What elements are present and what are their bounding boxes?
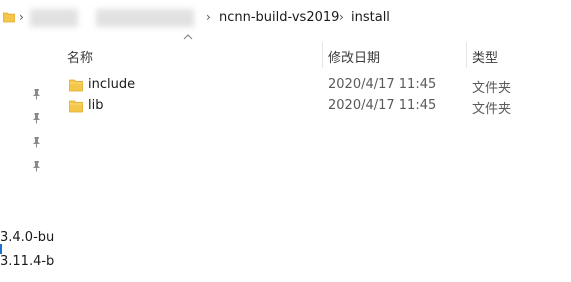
column-header-type[interactable]: 类型 <box>472 47 498 66</box>
breadcrumb-separator[interactable]: › <box>339 10 344 24</box>
column-header-name[interactable]: 名称 <box>67 47 93 66</box>
file-type: 文件夹 <box>472 81 512 96</box>
breadcrumb-item-ncnn-build[interactable]: ncnn-build-vs2019 <box>219 10 339 25</box>
nav-item[interactable]: 3.4.0-bu <box>0 230 54 245</box>
breadcrumb-item-install[interactable]: install <box>351 10 390 25</box>
list-item[interactable]: include 2020/4/17 11:45 文件夹 <box>64 75 564 96</box>
redacted-path <box>96 9 194 27</box>
nav-item[interactable]: 3.11.4-b <box>0 254 54 269</box>
breadcrumb-separator[interactable]: › <box>206 10 211 24</box>
column-divider[interactable] <box>466 42 467 68</box>
redacted-path <box>30 9 78 27</box>
column-divider[interactable] <box>322 42 323 68</box>
file-modified-date: 2020/4/17 11:45 <box>328 77 437 92</box>
pin-icon[interactable] <box>31 112 43 124</box>
list-item[interactable]: lib 2020/4/17 11:45 文件夹 <box>64 96 564 117</box>
pin-icon[interactable] <box>31 136 43 148</box>
column-header-modified[interactable]: 修改日期 <box>328 47 380 66</box>
folder-icon <box>69 79 83 92</box>
file-name: include <box>88 77 136 92</box>
chevron-up-icon[interactable] <box>183 33 193 41</box>
folder-icon <box>3 12 15 23</box>
file-modified-date: 2020/4/17 11:45 <box>328 98 437 113</box>
navigation-pane: 3.4.0-bu 3.11.4-b <box>0 36 54 282</box>
file-type: 文件夹 <box>472 102 512 117</box>
pin-icon[interactable] <box>31 160 43 172</box>
breadcrumb-separator[interactable]: › <box>19 10 24 24</box>
folder-icon <box>69 100 83 113</box>
file-name: lib <box>88 98 104 113</box>
address-bar[interactable]: › › ncnn-build-vs2019 › install <box>0 0 571 36</box>
pin-icon[interactable] <box>31 88 43 100</box>
nav-selection-marker <box>0 244 2 254</box>
